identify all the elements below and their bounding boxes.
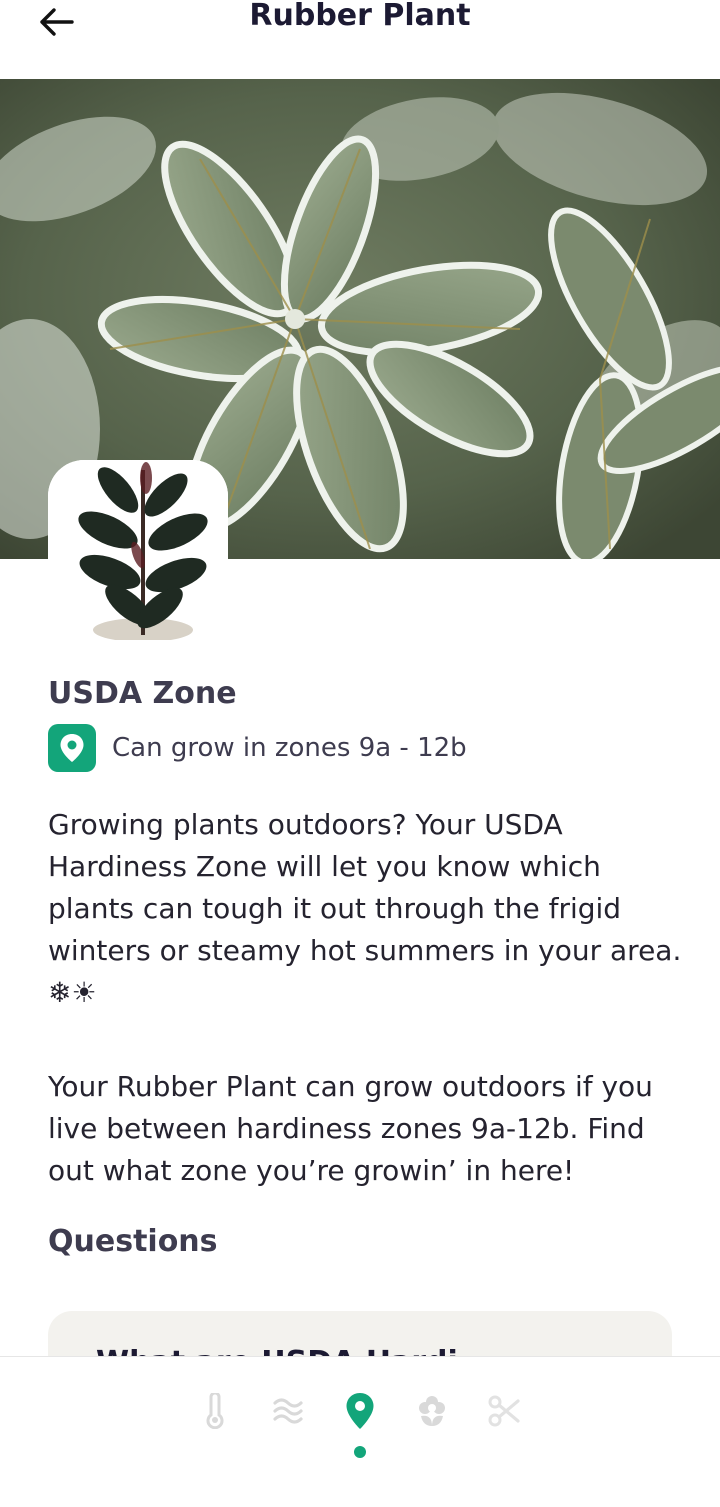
zone-range-row: Can grow in zones 9a - 12b — [48, 724, 467, 772]
description-paragraph-2: Your Rubber Plant can grow outdoors if y… — [48, 1070, 653, 1187]
page-title: Rubber Plant — [249, 0, 471, 33]
location-pin-icon — [48, 724, 96, 772]
nav-blooming[interactable] — [406, 1387, 458, 1439]
active-indicator-dot — [354, 1446, 366, 1458]
description-paragraph-1: Growing plants outdoors? Your USDA Hardi… — [48, 808, 682, 1009]
location-pin-icon — [345, 1392, 375, 1434]
plant-thumbnail — [48, 460, 228, 640]
zone-range-text: Can grow in zones 9a - 12b — [112, 733, 467, 763]
thermometer-icon — [204, 1391, 226, 1433]
usda-zone-heading: USDA Zone — [48, 676, 237, 711]
app-header: Rubber Plant — [0, 0, 720, 79]
questions-heading: Questions — [48, 1224, 218, 1259]
nav-pruning[interactable] — [478, 1387, 530, 1439]
nav-humidity[interactable] — [262, 1387, 314, 1439]
humidity-waves-icon — [272, 1395, 304, 1431]
nav-usda-zone[interactable] — [334, 1387, 386, 1439]
scissors-icon — [487, 1394, 521, 1432]
nav-temperature[interactable] — [189, 1387, 241, 1439]
flower-icon — [417, 1394, 447, 1432]
bottom-nav — [0, 1356, 720, 1507]
